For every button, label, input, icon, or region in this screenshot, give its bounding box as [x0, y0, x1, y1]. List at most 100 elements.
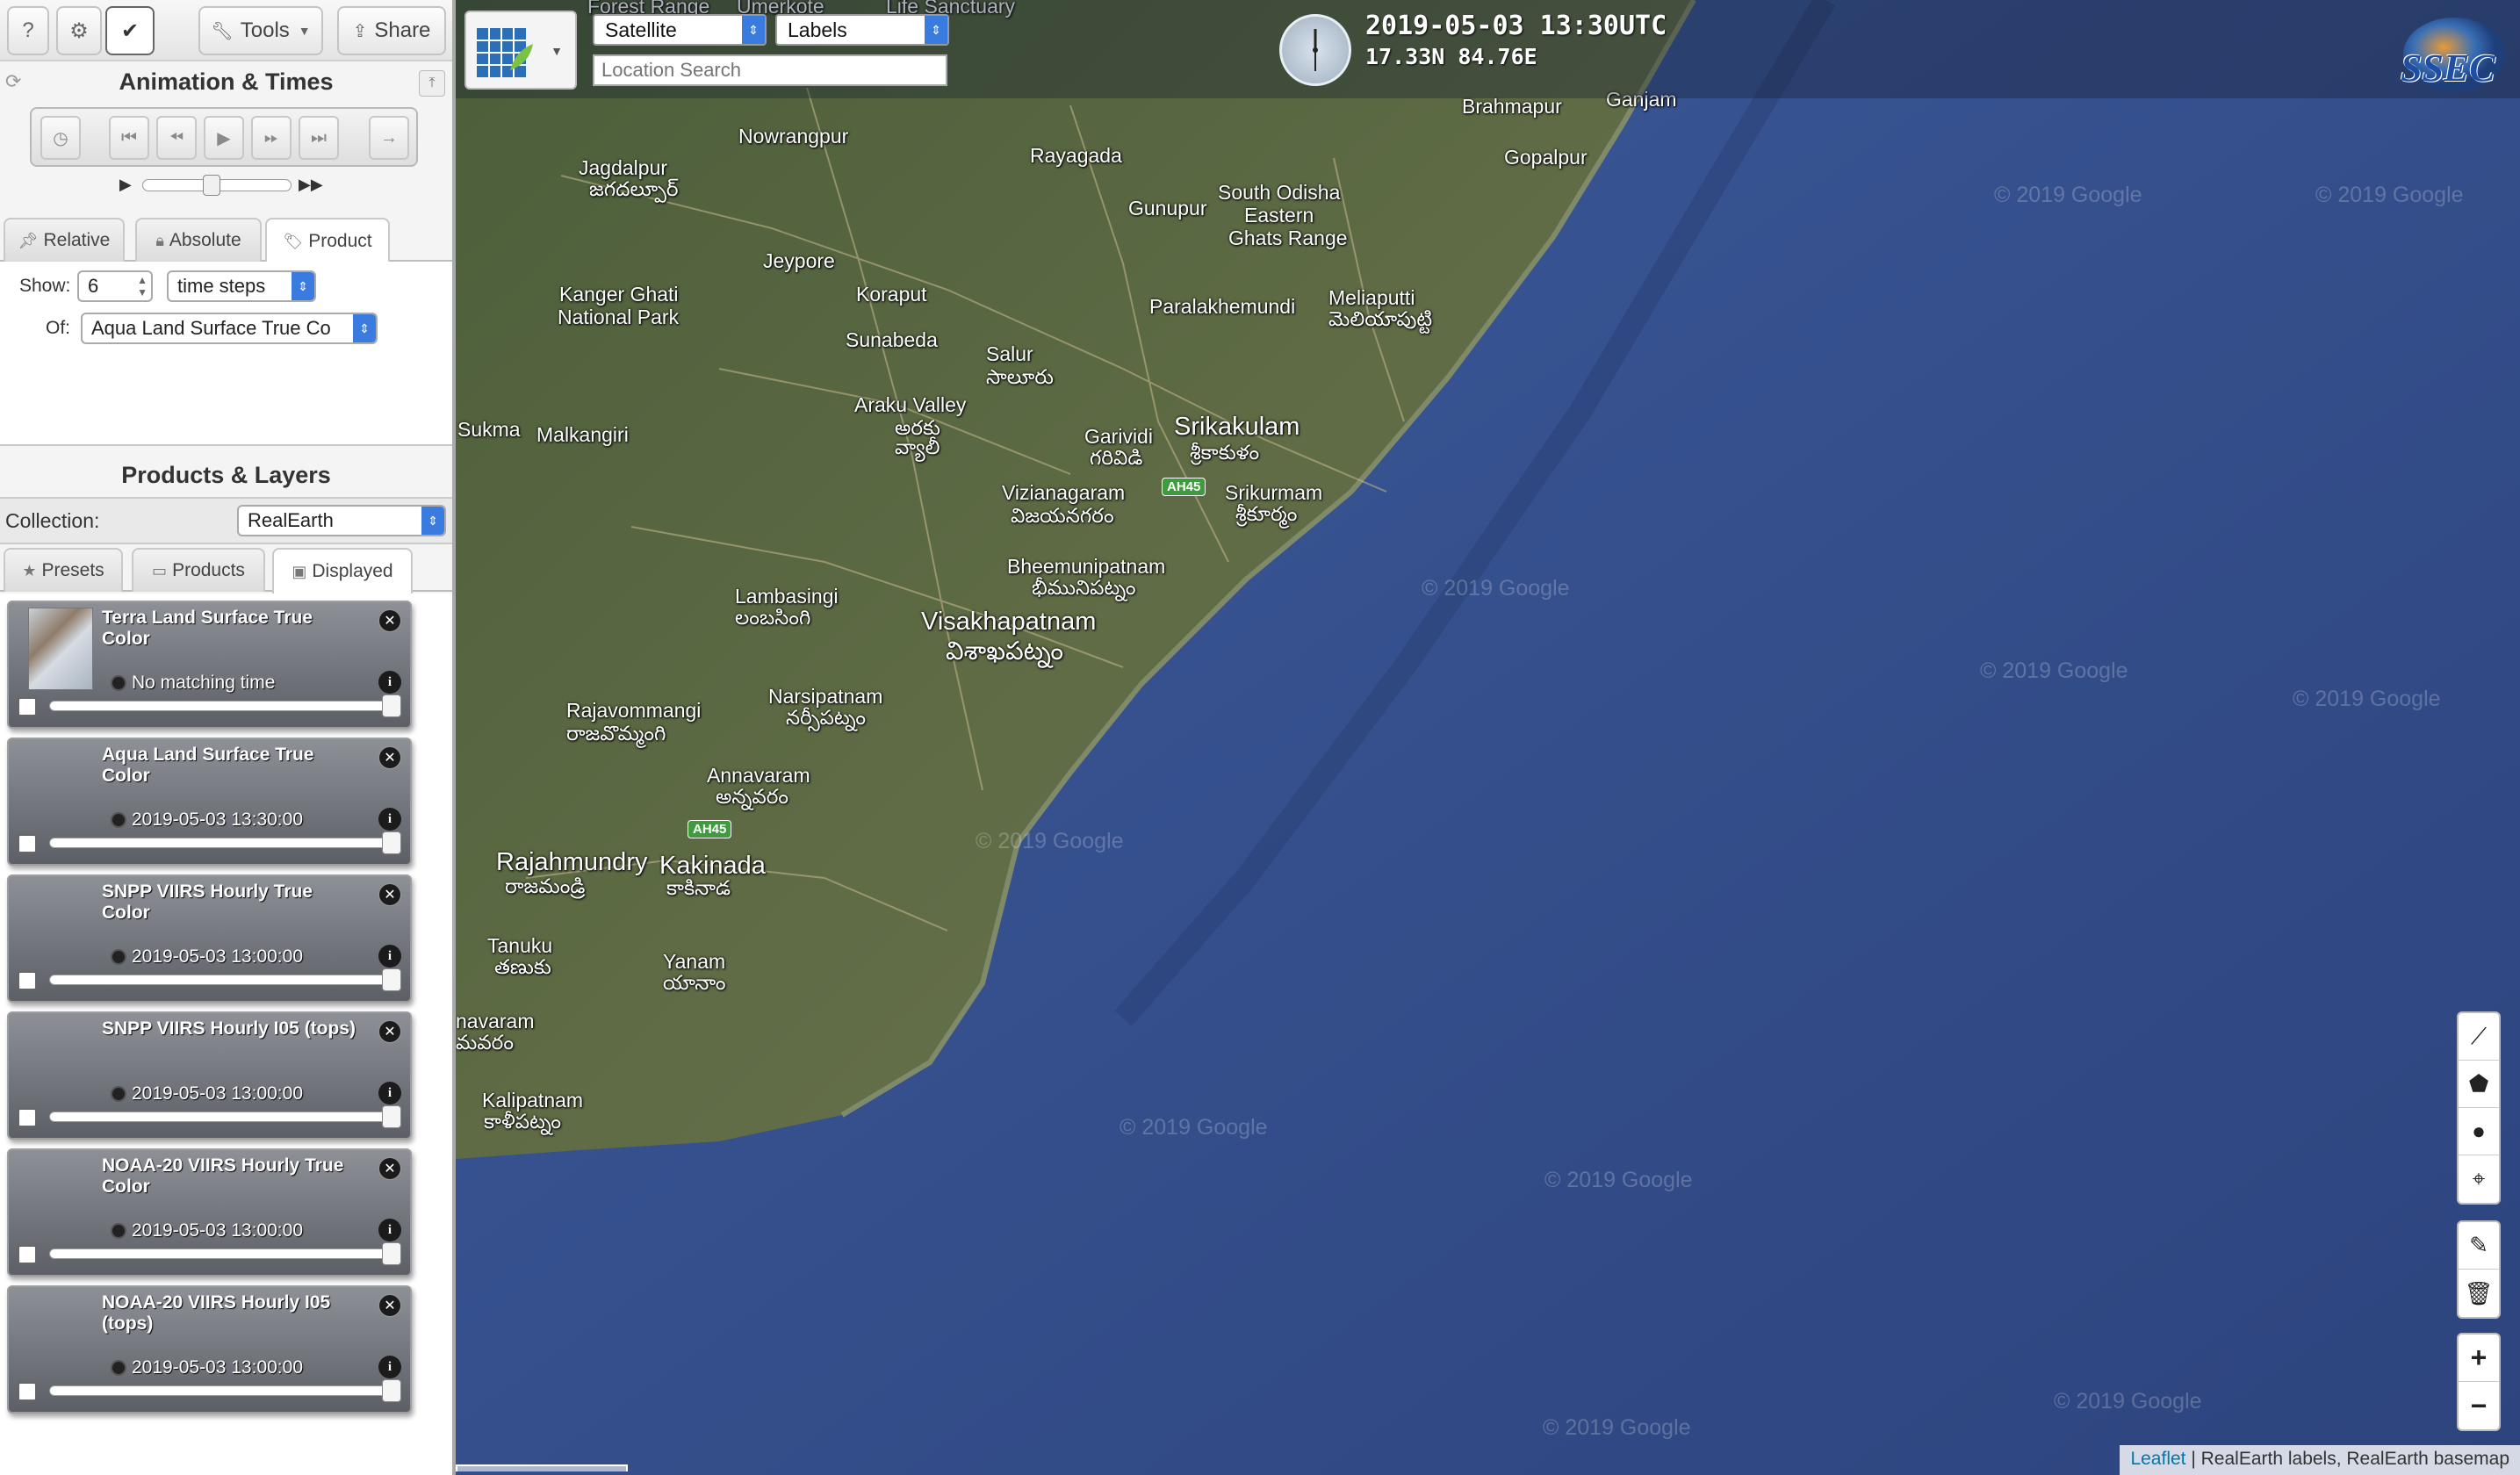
- first-frame-button[interactable]: ⏮︎: [109, 116, 149, 160]
- layer-checkbox[interactable]: [18, 1382, 37, 1401]
- marker-icon[interactable]: ⌖: [2459, 1155, 2499, 1203]
- step-unit-select[interactable]: time steps ⇕: [167, 270, 316, 302]
- info-icon[interactable]: i: [378, 1356, 401, 1378]
- tab-presets[interactable]: ★ Presets: [4, 548, 123, 592]
- layer-grid-button[interactable]: ▼: [464, 11, 577, 90]
- speed-slider-knob[interactable]: [203, 175, 220, 196]
- collapse-icon[interactable]: ⤒: [419, 70, 445, 97]
- check-button[interactable]: ✔: [105, 6, 155, 55]
- layer-title: SNPP VIIRS Hourly I05 (tops): [102, 1018, 356, 1039]
- layer-card[interactable]: SNPP VIIRS Hourly True Color 2019-05-03 …: [7, 874, 412, 1003]
- polygon-icon[interactable]: ⬟: [2459, 1061, 2499, 1108]
- opacity-slider[interactable]: [49, 694, 401, 717]
- slider-knob[interactable]: [382, 1105, 401, 1128]
- map-place-label: మెలియాపుట్టి: [1328, 307, 1433, 330]
- layer-card[interactable]: NOAA-20 VIIRS Hourly I05 (tops) 2019-05-…: [7, 1285, 412, 1414]
- clock-button[interactable]: ◷: [40, 116, 81, 160]
- close-icon[interactable]: ✕: [378, 883, 401, 906]
- time-mode-tabs: 📌︎ Relative 🔒︎ Absolute 🏷︎ Product: [0, 218, 452, 263]
- close-icon[interactable]: ✕: [378, 1157, 401, 1180]
- folder-icon: ▭: [152, 561, 168, 579]
- layer-checkbox[interactable]: [18, 697, 37, 716]
- show-count-stepper[interactable]: 6 ▲ ▼: [77, 270, 153, 302]
- help-button[interactable]: ?: [7, 6, 49, 55]
- layer-card[interactable]: Terra Land Surface True Color No matchin…: [7, 601, 412, 729]
- step-forward-button[interactable]: ⏩︎: [251, 116, 292, 160]
- layer-card[interactable]: Aqua Land Surface True Color 2019-05-03 …: [7, 738, 412, 866]
- close-icon[interactable]: ✕: [378, 609, 401, 632]
- stepper-icon[interactable]: ▲ ▼: [137, 274, 148, 299]
- ssec-logo[interactable]: SSEC: [2397, 11, 2511, 93]
- tab-displayed[interactable]: ▣ Displayed: [272, 548, 413, 594]
- collection-select[interactable]: RealEarth ⇕: [237, 505, 446, 536]
- zoom-out-icon[interactable]: −: [2459, 1382, 2499, 1429]
- speed-slider[interactable]: [142, 175, 292, 196]
- clock-icon: [111, 812, 126, 828]
- slider-knob[interactable]: [382, 968, 401, 991]
- settings-button[interactable]: ⚙: [56, 6, 102, 55]
- tools-button[interactable]: 🔧︎ Tools ▼: [198, 6, 323, 55]
- info-icon[interactable]: i: [378, 945, 401, 968]
- map-place-label: యానాం: [663, 971, 726, 994]
- layer-time: 2019-05-03 13:00:00: [111, 946, 303, 968]
- layer-checkbox[interactable]: [18, 971, 37, 990]
- play-button[interactable]: ▶: [204, 116, 244, 160]
- close-icon[interactable]: ✕: [378, 746, 401, 769]
- slider-knob[interactable]: [382, 694, 401, 717]
- layer-card[interactable]: SNPP VIIRS Hourly I05 (tops) 2019-05-03 …: [7, 1011, 412, 1140]
- layer-card[interactable]: NOAA-20 VIIRS Hourly True Color 2019-05-…: [7, 1148, 412, 1277]
- slider-knob[interactable]: [382, 831, 401, 854]
- zoom-in-icon[interactable]: +: [2459, 1335, 2499, 1382]
- layer-checkbox[interactable]: [18, 834, 37, 853]
- circle-icon[interactable]: ●: [2459, 1108, 2499, 1155]
- info-icon[interactable]: i: [378, 808, 401, 831]
- tab-absolute[interactable]: 🔒︎ Absolute: [135, 218, 262, 262]
- close-icon[interactable]: ✕: [378, 1020, 401, 1043]
- map-place-label: South Odisha: [1218, 181, 1341, 204]
- trash-icon[interactable]: 🗑︎: [2459, 1270, 2499, 1317]
- tab-product[interactable]: 🏷︎ Product: [265, 218, 390, 263]
- location-search-input[interactable]: [593, 54, 947, 86]
- slider-knob[interactable]: [382, 1242, 401, 1265]
- edit-icon[interactable]: ✎: [2459, 1222, 2499, 1270]
- basemap-select[interactable]: Satellite ⇕: [593, 14, 767, 46]
- opacity-slider[interactable]: [49, 1379, 401, 1402]
- lock-icon: 🔒︎: [155, 231, 164, 249]
- products-title: Products & Layers: [121, 462, 331, 488]
- forward-button[interactable]: →: [369, 116, 409, 160]
- info-icon[interactable]: i: [378, 671, 401, 694]
- close-icon[interactable]: ✕: [378, 1294, 401, 1317]
- info-icon[interactable]: i: [378, 1082, 401, 1104]
- tab-product-label: Product: [308, 231, 372, 251]
- layer-checkbox[interactable]: [18, 1108, 37, 1127]
- map-view[interactable]: Forest Range Umerkote Life Sanctuary Gan…: [456, 0, 2520, 1475]
- arrow-right-icon: →: [380, 127, 398, 148]
- draw-toolbar: ⟋ ⬟ ● ⌖: [2457, 1011, 2501, 1205]
- labels-select[interactable]: Labels ⇕: [775, 14, 949, 46]
- map-place-label: Lambasingi: [735, 585, 839, 608]
- highway-shield: AH45: [688, 820, 732, 838]
- tab-relative[interactable]: 📌︎ Relative: [4, 218, 125, 262]
- last-frame-button[interactable]: ⏭︎: [299, 116, 339, 160]
- share-button[interactable]: ⇪ Share: [337, 6, 446, 55]
- map-header: ▼ Satellite ⇕ Labels ⇕ 2019-05-03 13:30U…: [456, 0, 2520, 98]
- polyline-icon[interactable]: ⟋: [2459, 1013, 2499, 1061]
- opacity-slider[interactable]: [49, 1242, 401, 1265]
- map-place-label: Rayagada: [1030, 144, 1122, 167]
- layer-checkbox[interactable]: [18, 1245, 37, 1264]
- opacity-slider[interactable]: [49, 1105, 401, 1128]
- select-arrows-icon: ⇕: [292, 272, 314, 300]
- map-place-label: Kalipatnam: [482, 1089, 584, 1112]
- of-product-select[interactable]: Aqua Land Surface True Co ⇕: [81, 313, 378, 344]
- leaflet-link[interactable]: Leaflet: [2130, 1449, 2185, 1469]
- opacity-slider[interactable]: [49, 831, 401, 854]
- image-icon: ▣: [292, 562, 307, 580]
- opacity-slider[interactable]: [49, 968, 401, 991]
- map-place-label: తణుకు: [494, 955, 551, 978]
- step-back-button[interactable]: ⏪︎: [156, 116, 197, 160]
- map-place-label: శ్రీకూర్మం: [1235, 502, 1298, 525]
- tab-products[interactable]: ▭ Products: [132, 548, 265, 592]
- map-watermark: © 2019 Google: [1422, 576, 1570, 601]
- info-icon[interactable]: i: [378, 1219, 401, 1241]
- slider-knob[interactable]: [382, 1379, 401, 1402]
